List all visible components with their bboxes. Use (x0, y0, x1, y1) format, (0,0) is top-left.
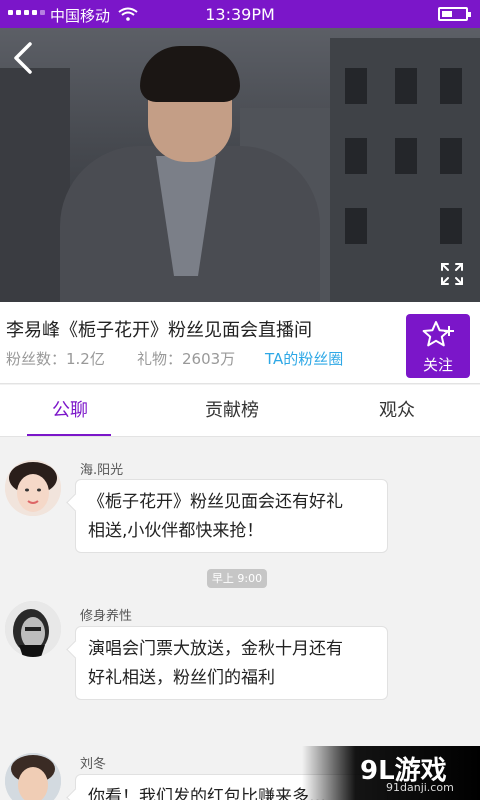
avatar[interactable] (5, 460, 61, 516)
sender-name: 刘冬 (80, 757, 107, 772)
gift-count: 礼物：2603万 (137, 350, 236, 368)
message-line: 相送,小伙伴都快来抢！ (88, 521, 264, 541)
tab-contribution-ranking[interactable]: 贡献榜 (152, 385, 312, 437)
follow-button[interactable]: 关注 (406, 314, 470, 378)
battery-icon (438, 7, 471, 21)
tab-bar: 公聊 贡献榜 观众 (0, 385, 480, 437)
avatar[interactable] (5, 601, 61, 657)
live-info-panel: 李易峰《栀子花开》粉丝见面会直播间 粉丝数：1.2亿 礼物：2603万 TA的粉… (0, 302, 480, 384)
message-line: 《栀子花开》粉丝见面会还有好礼 (88, 492, 343, 512)
fan-circle-link[interactable]: TA的粉丝圈 (265, 348, 343, 369)
time-separator: 早上 9:00 (207, 569, 267, 588)
site-watermark: 9L游戏 91danji.com (302, 746, 480, 800)
message-line: 演唱会门票大放送，金秋十月还有 (88, 639, 343, 659)
message-line: 好礼相送，粉丝们的福利 (88, 668, 275, 688)
tab-audience[interactable]: 观众 (317, 385, 477, 437)
active-tab-indicator (27, 434, 111, 436)
status-time: 13:39PM (205, 5, 275, 24)
watermark-site: 91danji.com (386, 781, 454, 794)
sender-name: 修身养性 (80, 609, 133, 624)
message-bubble[interactable]: 《栀子花开》粉丝见面会还有好礼 相送,小伙伴都快来抢！ (75, 479, 388, 553)
tab-public-chat[interactable]: 公聊 (0, 385, 150, 437)
star-plus-icon (422, 321, 454, 347)
status-bar: 中国移动 13:39PM (0, 0, 480, 28)
follow-label: 关注 (422, 356, 453, 374)
back-arrow-icon[interactable] (6, 38, 40, 78)
avatar[interactable] (5, 753, 61, 800)
live-video-cover[interactable] (0, 28, 480, 302)
message-bubble[interactable]: 演唱会门票大放送，金秋十月还有 好礼相送，粉丝们的福利 (75, 626, 388, 700)
fans-count: 粉丝数：1.2亿 (6, 350, 105, 368)
live-room-title: 李易峰《栀子花开》粉丝见面会直播间 (6, 320, 312, 341)
sender-name: 海.阳光 (80, 463, 124, 478)
fullscreen-icon[interactable] (440, 262, 464, 286)
